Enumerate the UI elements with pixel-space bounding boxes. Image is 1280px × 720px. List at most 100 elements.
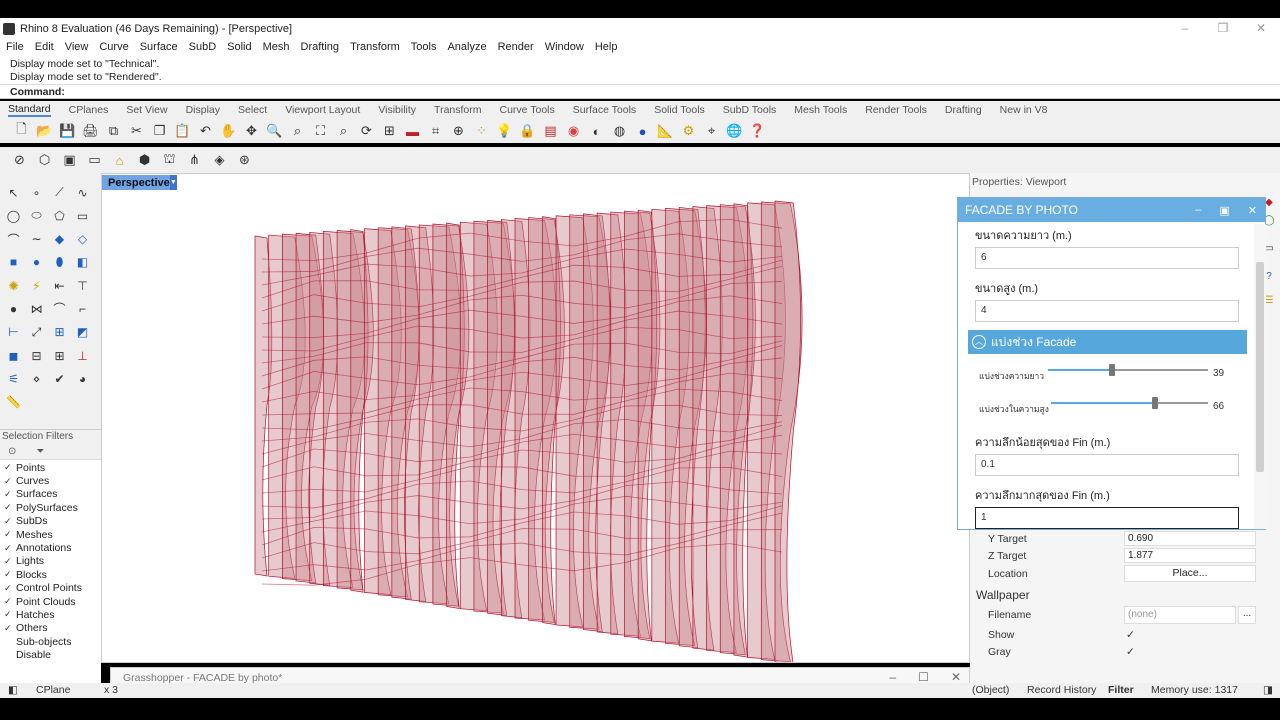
zoom-selected-icon[interactable]: ⌕ bbox=[334, 122, 353, 141]
checkbox-icon[interactable]: ✓ bbox=[4, 503, 13, 512]
menu-curve[interactable]: Curve bbox=[99, 41, 128, 53]
grid-array-icon[interactable]: ⊞ bbox=[50, 346, 69, 365]
help-icon[interactable]: ❓ bbox=[748, 122, 767, 141]
cplane-status[interactable]: CPlane bbox=[36, 684, 70, 696]
render-preview-icon[interactable]: ◍ bbox=[610, 122, 629, 141]
copy-to-clipboard-icon[interactable]: ⧉ bbox=[104, 122, 123, 141]
place-button[interactable]: Place... bbox=[1124, 565, 1256, 582]
move-icon[interactable]: ⊢ bbox=[4, 323, 23, 342]
filter-item[interactable]: ✓ Control Points bbox=[0, 582, 101, 595]
perspective-viewport[interactable] bbox=[101, 173, 970, 663]
zoom-extents-icon[interactable]: ⛶ bbox=[311, 122, 330, 141]
analyze-icon[interactable]: ⚟ bbox=[4, 369, 23, 388]
document-properties-icon[interactable]: ⌖ bbox=[702, 122, 721, 141]
checkbox-icon[interactable]: ✓ bbox=[4, 543, 13, 553]
car-icon[interactable]: ▬ bbox=[403, 122, 422, 141]
panel-toggle-right-icon[interactable]: ◨ bbox=[1263, 684, 1273, 696]
gray-checkbox[interactable]: ✓ bbox=[1126, 646, 1135, 658]
light-bulb-icon[interactable]: 💡 bbox=[495, 122, 514, 141]
new-file-icon[interactable]: 🗋 bbox=[12, 121, 31, 141]
show-checkbox[interactable]: ✓ bbox=[1126, 629, 1135, 641]
filter-item[interactable]: ✓ Blocks bbox=[0, 568, 101, 581]
rotate-icon[interactable]: ⟳ bbox=[357, 122, 376, 141]
measure-icon[interactable]: 📐 bbox=[656, 122, 675, 141]
select-arrow-icon[interactable]: ↖ bbox=[4, 183, 23, 202]
boolean-icon[interactable]: ▣ bbox=[60, 151, 79, 170]
checkbox-icon[interactable] bbox=[4, 651, 13, 660]
loft-icon[interactable]: ◇ bbox=[73, 230, 92, 249]
viewport-menu-arrow-icon[interactable]: ▼ bbox=[169, 175, 177, 190]
checkbox-icon[interactable]: ✓ bbox=[4, 597, 13, 606]
tab-set-view[interactable]: Set View bbox=[126, 104, 167, 116]
polyline-icon[interactable]: ⟋ bbox=[50, 183, 69, 202]
mesh-grid-icon[interactable]: ⊟ bbox=[27, 346, 46, 365]
solid-tools-icon[interactable]: ◼ bbox=[4, 346, 23, 365]
menu-solid[interactable]: Solid bbox=[227, 41, 251, 53]
mesh-icon[interactable]: ◧ bbox=[73, 253, 92, 272]
grid-icon[interactable]: ⌗ bbox=[426, 122, 445, 141]
zoom-window-icon[interactable]: ⌕ bbox=[288, 122, 307, 141]
menu-file[interactable]: File bbox=[6, 41, 24, 53]
menu-window[interactable]: Window bbox=[545, 41, 584, 53]
group-icon[interactable]: ⋈ bbox=[27, 299, 46, 318]
polygon-icon[interactable]: ⬠ bbox=[50, 206, 69, 225]
sweep-icon[interactable]: ⛫ bbox=[160, 151, 179, 170]
arc-icon[interactable]: ⌒ bbox=[4, 230, 23, 249]
checkbox-icon[interactable]: ✓ bbox=[4, 623, 13, 633]
explode-icon[interactable]: ⬡ bbox=[35, 151, 54, 170]
solid-box-icon[interactable]: ■ bbox=[4, 253, 23, 272]
filter-item[interactable]: ✓ SubDs bbox=[0, 515, 101, 528]
checkmark-icon[interactable]: ✔ bbox=[50, 369, 69, 388]
dimension-icon[interactable]: ⇤ bbox=[50, 276, 69, 295]
tab-surface-tools[interactable]: Surface Tools bbox=[573, 104, 636, 116]
points-icon[interactable]: ⁘ bbox=[472, 122, 491, 141]
tab-subd-tools[interactable]: SubD Tools bbox=[723, 104, 777, 116]
tab-cplanes[interactable]: CPlanes bbox=[69, 104, 109, 116]
panel-toggle-icon[interactable]: ◧ bbox=[8, 684, 18, 696]
menu-view[interactable]: View bbox=[65, 41, 89, 53]
checkbox-icon[interactable]: ✓ bbox=[4, 530, 13, 539]
gumball-tool-icon[interactable]: ⊥ bbox=[73, 346, 92, 365]
save-icon[interactable]: 💾 bbox=[58, 122, 77, 141]
facade-division-section-header[interactable]: ︿ แบ่งช่วง Facade bbox=[968, 330, 1247, 354]
tab-viewport-layout[interactable]: Viewport Layout bbox=[285, 104, 360, 116]
circle-icon[interactable]: ◯ bbox=[4, 206, 23, 225]
filter-item[interactable]: ✓ Point Clouds bbox=[0, 595, 101, 608]
y-target-field[interactable]: 0.690 bbox=[1124, 531, 1256, 546]
filter-item[interactable]: Sub-objects bbox=[0, 635, 101, 648]
tab-visibility[interactable]: Visibility bbox=[378, 104, 416, 116]
menu-tools[interactable]: Tools bbox=[411, 41, 437, 53]
tab-standard[interactable]: Standard bbox=[8, 103, 51, 117]
filter-item[interactable]: ✓ Hatches bbox=[0, 608, 101, 621]
menu-drafting[interactable]: Drafting bbox=[301, 41, 340, 53]
paste-icon[interactable]: 📋 bbox=[173, 122, 192, 141]
checkbox-icon[interactable]: ✓ bbox=[4, 516, 13, 526]
color-wheel-icon[interactable]: ◉ bbox=[564, 122, 583, 141]
tab-render-tools[interactable]: Render Tools bbox=[865, 104, 927, 116]
length-division-slider[interactable] bbox=[1048, 369, 1208, 371]
menu-transform[interactable]: Transform bbox=[350, 41, 400, 53]
rectangle-icon[interactable]: ▭ bbox=[73, 206, 92, 225]
lock-icon[interactable]: 🔒 bbox=[518, 122, 537, 141]
filter-item[interactable]: ✓ Lights bbox=[0, 555, 101, 568]
point-icon[interactable]: ∘ bbox=[27, 183, 46, 202]
filter-item[interactable]: ✓ Others bbox=[0, 622, 101, 635]
filter-item[interactable]: ✓ Points bbox=[0, 461, 101, 474]
filter-item[interactable]: ✓ Annotations bbox=[0, 541, 101, 554]
light-icon[interactable]: ✺ bbox=[4, 276, 23, 295]
cut-icon[interactable]: ✂ bbox=[127, 122, 146, 141]
menu-help[interactable]: Help bbox=[595, 41, 618, 53]
extrude-icon[interactable]: ⌂ bbox=[110, 151, 129, 170]
facade-close-button[interactable]: ✕ bbox=[1248, 204, 1257, 217]
globe-icon[interactable]: 🌐 bbox=[725, 122, 744, 141]
facade-maximize-button[interactable]: ▣ bbox=[1219, 204, 1229, 217]
tab-display[interactable]: Display bbox=[186, 104, 220, 116]
cylinder-icon[interactable]: ⬮ bbox=[50, 253, 69, 272]
check-circle-icon[interactable]: ⊘ bbox=[10, 151, 29, 170]
close-button[interactable]: ✕ bbox=[1242, 18, 1280, 39]
command-input[interactable]: Command: bbox=[0, 85, 1280, 99]
ruler-tool-icon[interactable]: 📏 bbox=[4, 393, 23, 412]
tab-curve-tools[interactable]: Curve Tools bbox=[500, 104, 555, 116]
viewport-tab[interactable]: Perspective ▼ bbox=[102, 175, 177, 190]
gh-maximize-button[interactable]: ☐ bbox=[918, 670, 929, 684]
